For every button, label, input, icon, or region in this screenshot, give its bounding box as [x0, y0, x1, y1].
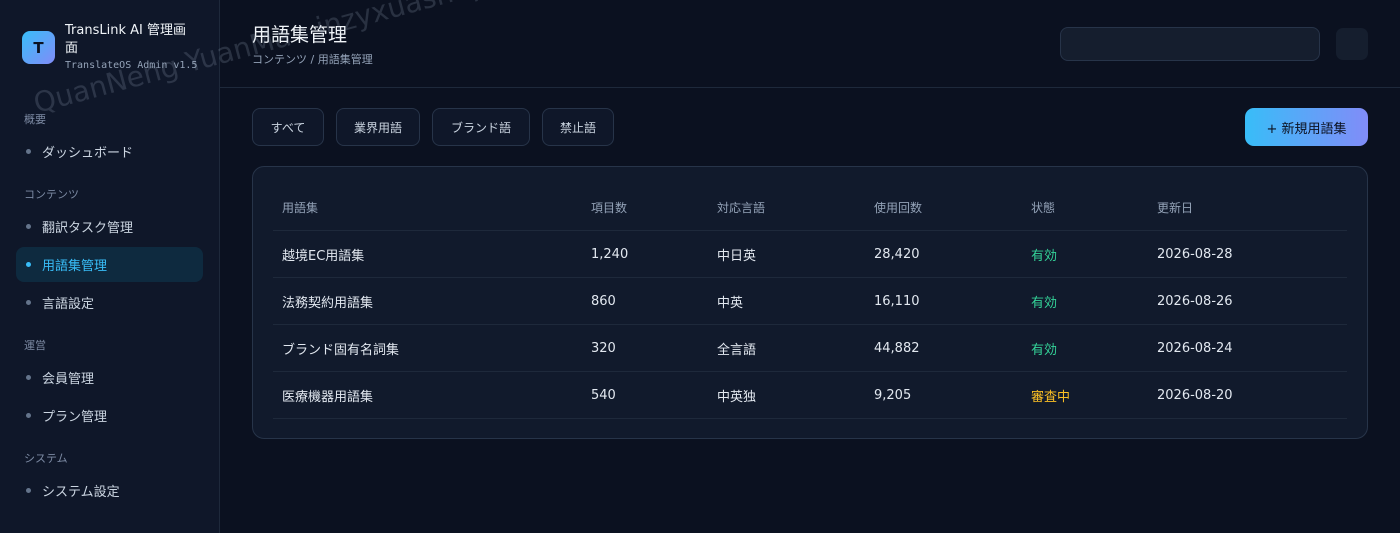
brand: T TransLink AI 管理画面 TranslateOS Admin v1…: [22, 22, 212, 71]
cell-glossary-name: 医療機器用語集: [282, 389, 374, 405]
sidebar-item-label: 言語設定: [42, 297, 95, 312]
breadcrumb: コンテンツ / 用語集管理: [252, 53, 373, 66]
column-header-glossary[interactable]: 用語集: [282, 184, 318, 230]
sidebar-item-dashboard[interactable]: ダッシュボード: [16, 134, 203, 169]
sidebar-item-label: プラン管理: [42, 410, 108, 425]
sidebar: T TransLink AI 管理画面 TranslateOS Admin v1…: [0, 0, 220, 533]
glossary-table: 用語集 項目数 対応言語 使用回数 状態 更新日 越境EC用語集 1,240 中…: [252, 166, 1368, 439]
table-row[interactable]: ブランド固有名詞集 320 全言語 44,882 有効 2026-08-24: [273, 325, 1347, 372]
sidebar-item-translation-tasks[interactable]: 翻訳タスク管理: [16, 209, 203, 244]
bullet-icon: [26, 300, 31, 305]
filter-industry-terms-button[interactable]: 業界用語: [336, 108, 420, 146]
column-header-updated[interactable]: 更新日: [1157, 184, 1193, 230]
cell-glossary-name: 法務契約用語集: [282, 295, 374, 311]
bullet-icon: [26, 413, 31, 418]
nav-section-overview: 概要: [24, 113, 46, 126]
cell-languages: 中日英: [717, 248, 757, 264]
sidebar-item-label: 用語集管理: [42, 259, 108, 274]
sidebar-item-plans[interactable]: プラン管理: [16, 398, 203, 433]
column-header-usage-count[interactable]: 使用回数: [874, 184, 922, 230]
page-title: 用語集管理: [252, 24, 348, 46]
cell-item-count: 860: [591, 293, 616, 309]
status-badge: 有効: [1031, 342, 1058, 358]
sidebar-item-label: ダッシュボード: [42, 146, 134, 161]
bullet-icon: [26, 262, 31, 267]
cell-usage-count: 16,110: [874, 293, 920, 309]
filter-banned-terms-button[interactable]: 禁止語: [542, 108, 614, 146]
cell-usage-count: 44,882: [874, 340, 920, 356]
bullet-icon: [26, 375, 31, 380]
cell-item-count: 320: [591, 340, 616, 356]
column-header-item-count[interactable]: 項目数: [591, 184, 627, 230]
nav-section-content: コンテンツ: [24, 188, 79, 201]
nav-section-operations: 運営: [24, 339, 46, 352]
table-header-row: 用語集 項目数 対応言語 使用回数 状態 更新日: [273, 184, 1347, 231]
cell-glossary-name: ブランド固有名詞集: [282, 342, 400, 358]
brand-logo: T: [22, 31, 55, 64]
sidebar-item-glossary[interactable]: 用語集管理: [16, 247, 203, 282]
top-header: 用語集管理 コンテンツ / 用語集管理: [220, 0, 1400, 88]
sidebar-item-label: 翻訳タスク管理: [42, 221, 134, 236]
status-badge: 有効: [1031, 248, 1058, 264]
cell-usage-count: 9,205: [874, 387, 912, 403]
sidebar-item-label: 会員管理: [42, 372, 95, 387]
sidebar-item-system-settings[interactable]: システム設定: [16, 473, 203, 508]
table-row[interactable]: 医療機器用語集 540 中英独 9,205 審査中 2026-08-20: [273, 372, 1347, 419]
brand-title: TransLink AI 管理画面: [65, 23, 186, 56]
cell-item-count: 1,240: [591, 246, 629, 262]
table-row[interactable]: 法務契約用語集 860 中英 16,110 有効 2026-08-26: [273, 278, 1347, 325]
cell-glossary-name: 越境EC用語集: [282, 248, 365, 264]
table-row[interactable]: 越境EC用語集 1,240 中日英 28,420 有効 2026-08-28: [273, 231, 1347, 278]
bullet-icon: [26, 488, 31, 493]
cell-updated-date: 2026-08-26: [1157, 293, 1233, 309]
brand-text: TransLink AI 管理画面 TranslateOS Admin v1.5: [65, 22, 197, 71]
status-badge: 審査中: [1031, 389, 1071, 405]
cell-updated-date: 2026-08-24: [1157, 340, 1233, 356]
search-input[interactable]: [1060, 27, 1320, 61]
column-header-languages[interactable]: 対応言語: [717, 184, 765, 230]
header-icon-button[interactable]: [1336, 28, 1368, 60]
filter-brand-terms-button[interactable]: ブランド語: [432, 108, 530, 146]
cell-languages: 中英: [717, 295, 744, 311]
cell-languages: 全言語: [717, 342, 757, 358]
nav-section-system: システム: [24, 452, 68, 465]
sidebar-item-language-settings[interactable]: 言語設定: [16, 285, 203, 320]
cell-usage-count: 28,420: [874, 246, 920, 262]
cell-updated-date: 2026-08-20: [1157, 387, 1233, 403]
sidebar-item-label: システム設定: [42, 485, 120, 500]
column-header-status[interactable]: 状態: [1031, 184, 1055, 230]
bullet-icon: [26, 224, 31, 229]
status-badge: 有効: [1031, 295, 1058, 311]
cell-updated-date: 2026-08-28: [1157, 246, 1233, 262]
bullet-icon: [26, 149, 31, 154]
brand-subtitle: TranslateOS Admin v1.5: [65, 60, 198, 71]
cell-item-count: 540: [591, 387, 616, 403]
sidebar-item-members[interactable]: 会員管理: [16, 360, 203, 395]
new-glossary-button[interactable]: + 新規用語集: [1245, 108, 1368, 146]
cell-languages: 中英独: [717, 389, 757, 405]
filter-all-button[interactable]: すべて: [252, 108, 324, 146]
